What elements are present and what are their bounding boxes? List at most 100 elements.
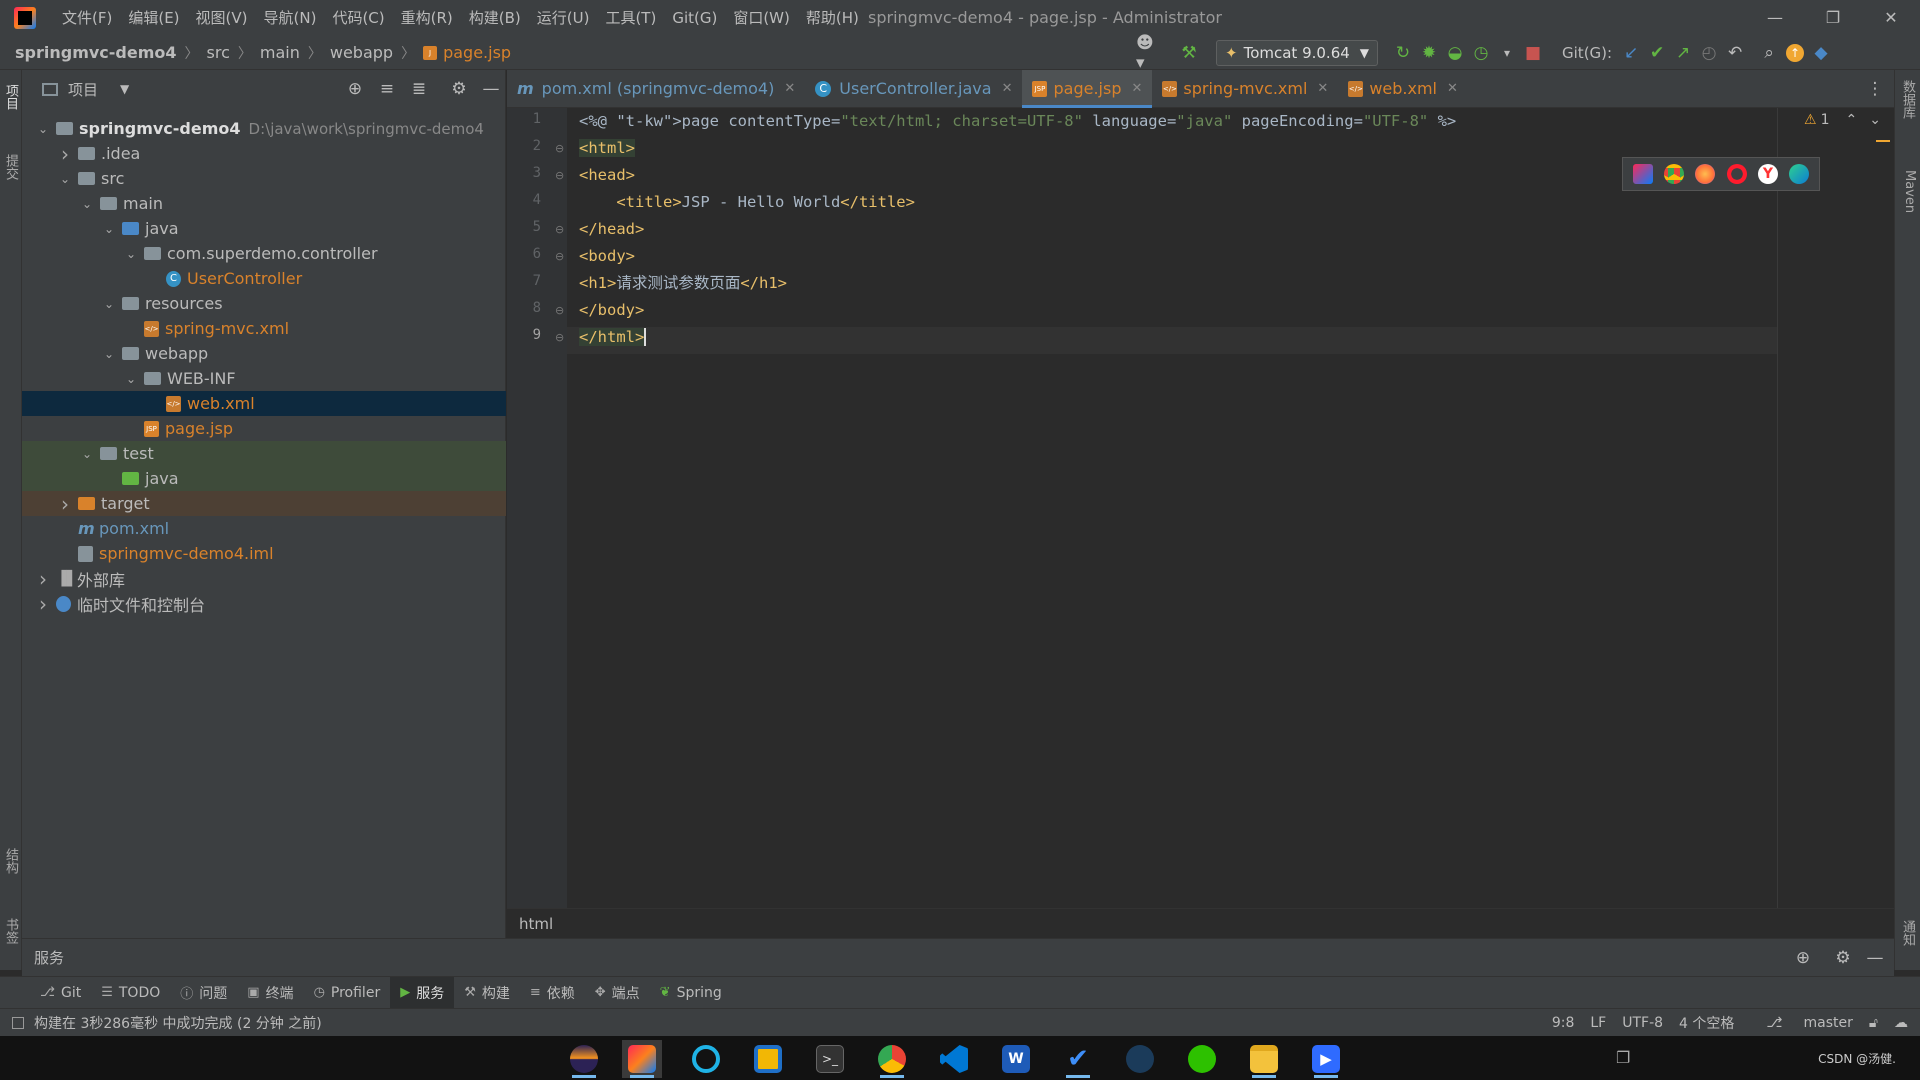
menu-view[interactable]: 视图(V): [188, 0, 256, 36]
close-icon[interactable]: ✕: [1317, 81, 1328, 96]
tree-item[interactable]: springmvc-demo4.iml: [22, 541, 506, 566]
menu-code[interactable]: 代码(C): [324, 0, 392, 36]
taskbar-explorer[interactable]: [1244, 1040, 1284, 1078]
tree-item[interactable]: ⌄ java: [22, 216, 506, 241]
tree-item[interactable]: ⌄ test: [22, 441, 506, 466]
tree-item[interactable]: ⌄ webapp: [22, 341, 506, 366]
chevron-right-icon[interactable]: ›: [36, 567, 50, 591]
stripe-maven[interactable]: Maven: [1899, 170, 1917, 213]
rerun-icon[interactable]: ↻: [1390, 40, 1416, 66]
tree-item[interactable]: ⌄ src: [22, 166, 506, 191]
taskbar-steam[interactable]: [1120, 1040, 1160, 1078]
fold-icon[interactable]: ⊖: [555, 223, 564, 236]
chevron-down-icon[interactable]: ⌄: [80, 197, 94, 211]
menu-build[interactable]: 构建(B): [461, 0, 529, 36]
tab-pom-xml[interactable]: m pom.xml (springmvc-demo4) ✕: [507, 70, 805, 108]
tab-spring-mvc-xml[interactable]: </> spring-mvc.xml ✕: [1152, 70, 1338, 108]
git-branch-widget[interactable]: ⎇ master: [1750, 1015, 1853, 1031]
plugin-icon[interactable]: ◆: [1808, 40, 1834, 66]
taskbar-wechat[interactable]: [1182, 1040, 1222, 1078]
code-line[interactable]: <title>JSP - Hello World</title>: [579, 189, 915, 216]
tree-item[interactable]: </> spring-mvc.xml: [22, 316, 506, 341]
build-hammer-icon[interactable]: ⚒: [1176, 40, 1202, 66]
stop-icon[interactable]: ■: [1520, 40, 1546, 66]
editor-breadcrumb[interactable]: html: [507, 908, 1894, 938]
tree-item[interactable]: › ▐▌ 外部库: [22, 566, 506, 591]
more-vertical-icon[interactable]: ⋮: [1862, 76, 1888, 102]
code-line[interactable]: </html>: [579, 324, 647, 351]
taskbar-edge-beta[interactable]: [686, 1040, 726, 1078]
fold-icon[interactable]: ⊖: [555, 250, 564, 263]
tool-tab-problems[interactable]: ⓘ 问题: [170, 977, 237, 1009]
code-line[interactable]: <html>: [579, 135, 635, 162]
close-icon[interactable]: ✕: [1131, 81, 1142, 96]
restore-icon[interactable]: ❐: [1804, 0, 1862, 36]
tool-tab-spring[interactable]: ❦ Spring: [650, 977, 732, 1009]
crumb-project[interactable]: springmvc-demo4: [15, 43, 177, 62]
taskbar-todo[interactable]: ✔: [1058, 1040, 1098, 1078]
tab-page-jsp[interactable]: JSP page.jsp ✕: [1022, 69, 1153, 108]
firefox-icon[interactable]: [1695, 164, 1716, 184]
minimize-icon[interactable]: —: [1746, 0, 1804, 36]
tool-tab-dependencies[interactable]: ≡ 依赖: [520, 977, 585, 1009]
services-title[interactable]: 服务: [34, 947, 64, 968]
rollback-icon[interactable]: ↶: [1722, 40, 1748, 66]
fold-icon[interactable]: ⊖: [555, 142, 564, 155]
tree-item[interactable]: › .idea: [22, 141, 506, 166]
tree-item[interactable]: ⌄ main: [22, 191, 506, 216]
chevron-down-icon[interactable]: ⌄: [124, 247, 138, 261]
tree-item[interactable]: C UserController: [22, 266, 506, 291]
menu-tools[interactable]: 工具(T): [597, 0, 664, 36]
code-line[interactable]: <head>: [579, 162, 635, 189]
gear-icon[interactable]: ⚙: [446, 76, 472, 102]
stripe-project[interactable]: 项目: [2, 84, 20, 110]
taskbar-vscode[interactable]: [934, 1040, 974, 1078]
git-update-icon[interactable]: ↙: [1618, 40, 1644, 66]
menu-run[interactable]: 运行(U): [529, 0, 598, 36]
update-available-icon[interactable]: ↑: [1782, 40, 1808, 66]
tree-item[interactable]: m pom.xml: [22, 516, 506, 541]
chevron-right-icon[interactable]: ›: [58, 492, 72, 516]
fold-icon[interactable]: ⊖: [555, 304, 564, 317]
taskbar-virtualbox[interactable]: [748, 1040, 788, 1078]
tool-tab-services[interactable]: ▶ 服务: [390, 976, 455, 1009]
line-separator[interactable]: LF: [1590, 1015, 1606, 1031]
coverage-icon[interactable]: ◒: [1442, 40, 1468, 66]
tool-tab-profiler[interactable]: ◷ Profiler: [304, 977, 391, 1009]
tree-item[interactable]: ⌄ com.superdemo.controller: [22, 241, 506, 266]
close-icon[interactable]: ✕: [1002, 81, 1013, 96]
taskbar-intellij[interactable]: [622, 1040, 662, 1078]
warning-marker[interactable]: [1876, 140, 1890, 142]
menu-help[interactable]: 帮助(H): [798, 0, 867, 36]
gear-icon[interactable]: ⚙: [1830, 945, 1856, 971]
more-run-icon[interactable]: ▾: [1494, 40, 1520, 66]
opera-icon[interactable]: [1726, 164, 1747, 184]
tree-item[interactable]: › target: [22, 491, 506, 516]
lock-icon[interactable]: 🔓︎: [1869, 1015, 1878, 1031]
chevron-down-icon[interactable]: ⌄: [102, 347, 116, 361]
collapse-all-icon[interactable]: ≣: [406, 76, 432, 102]
tool-tab-build[interactable]: ⚒ 构建: [454, 977, 520, 1009]
hide-panel-icon[interactable]: —: [1862, 945, 1888, 971]
chevron-down-icon[interactable]: ⌄: [36, 122, 50, 136]
tab-usercontroller-java[interactable]: C UserController.java ✕: [805, 70, 1022, 108]
edge-icon[interactable]: [1789, 164, 1810, 184]
code-line[interactable]: <%@ "t-kw">page contentType="text/html; …: [579, 108, 1456, 135]
tree-item[interactable]: ⌄ WEB-INF: [22, 366, 506, 391]
user-icon[interactable]: ☻▾: [1136, 33, 1162, 73]
profile-icon[interactable]: ◷: [1468, 40, 1494, 66]
tree-item[interactable]: JSP page.jsp: [22, 416, 506, 441]
stripe-bookmarks[interactable]: 书签: [2, 918, 20, 944]
crumb-webapp[interactable]: webapp: [330, 43, 393, 62]
indent-setting[interactable]: 4 个空格: [1679, 1013, 1734, 1033]
chevron-down-icon[interactable]: ⌄: [80, 447, 94, 461]
hide-panel-icon[interactable]: —: [478, 76, 504, 102]
git-commit-icon[interactable]: ✔: [1644, 40, 1670, 66]
intellij-logo-icon[interactable]: [14, 7, 36, 29]
tool-tab-todo[interactable]: ☰ TODO: [91, 977, 170, 1009]
tree-item[interactable]: › 临时文件和控制台: [22, 591, 506, 616]
crumb-page-jsp[interactable]: page.jsp: [443, 43, 511, 62]
chevron-right-icon[interactable]: ›: [58, 142, 72, 166]
tree-item[interactable]: </> web.xml: [22, 391, 506, 416]
close-icon[interactable]: ✕: [1447, 81, 1458, 96]
